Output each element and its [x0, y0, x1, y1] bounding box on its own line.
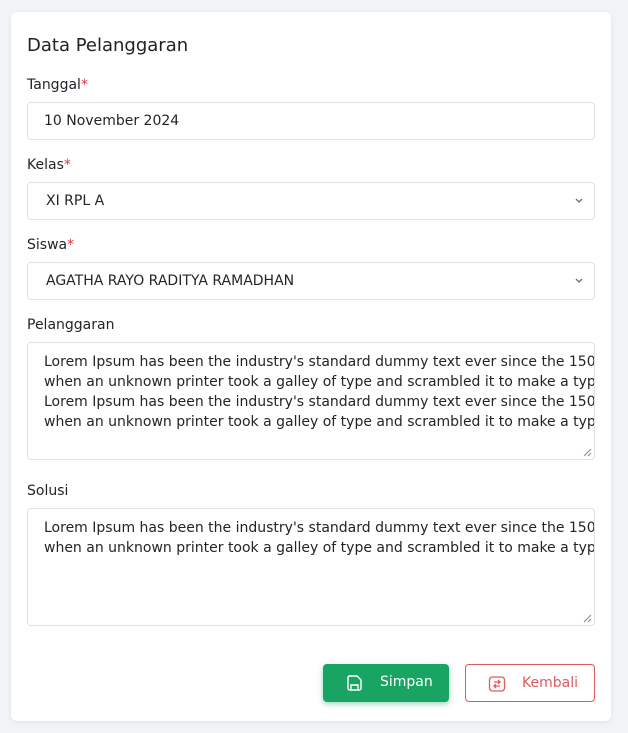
pelanggaran-label: Pelanggaran — [27, 317, 115, 333]
siswa-label-text: Siswa — [27, 237, 68, 253]
return-arrow-icon — [488, 676, 506, 692]
solusi-textarea[interactable]: Lorem Ipsum has been the industry's stan… — [27, 508, 595, 626]
siswa-label: Siswa* — [27, 237, 74, 253]
resize-handle-icon[interactable] — [582, 613, 592, 623]
siswa-select[interactable]: AGATHA RAYO RADITYA RAMADHAN — [27, 262, 595, 300]
tanggal-label: Tanggal* — [27, 77, 88, 93]
textarea-line: when an unknown printer took a galley of… — [44, 374, 595, 390]
pelanggaran-textarea[interactable]: Lorem Ipsum has been the industry's stan… — [27, 342, 595, 460]
back-button-label: Kembali — [522, 675, 578, 691]
chevron-down-icon — [575, 278, 583, 283]
kelas-value: XI RPL A — [46, 193, 105, 209]
back-button[interactable]: Kembali — [465, 664, 595, 702]
chevron-down-icon — [575, 198, 583, 203]
save-button[interactable]: Simpan — [323, 664, 449, 702]
siswa-value: AGATHA RAYO RADITYA RAMADHAN — [46, 273, 295, 289]
tanggal-label-text: Tanggal — [27, 77, 81, 93]
textarea-line: when an unknown printer took a galley of… — [44, 540, 595, 556]
textarea-line: Lorem Ipsum has been the industry's stan… — [44, 354, 595, 370]
page-title: Data Pelanggaran — [27, 35, 189, 56]
tanggal-input[interactable]: 10 November 2024 — [27, 102, 595, 140]
textarea-line: Lorem Ipsum has been the industry's stan… — [44, 520, 595, 536]
solusi-label: Solusi — [27, 483, 69, 499]
required-mark: * — [80, 77, 88, 93]
floppy-disk-icon — [347, 675, 362, 691]
tanggal-value: 10 November 2024 — [44, 113, 180, 129]
kelas-label: Kelas* — [27, 157, 71, 173]
form-card: Data Pelanggaran Tanggal* 10 November 20… — [11, 12, 611, 721]
kelas-label-text: Kelas — [27, 157, 64, 173]
required-mark: * — [67, 237, 75, 253]
textarea-line: Lorem Ipsum has been the industry's stan… — [44, 394, 595, 410]
textarea-line: when an unknown printer took a galley of… — [44, 414, 595, 430]
kelas-select[interactable]: XI RPL A — [27, 182, 595, 220]
resize-handle-icon[interactable] — [582, 447, 592, 457]
save-button-label: Simpan — [380, 674, 433, 690]
required-mark: * — [63, 157, 71, 173]
